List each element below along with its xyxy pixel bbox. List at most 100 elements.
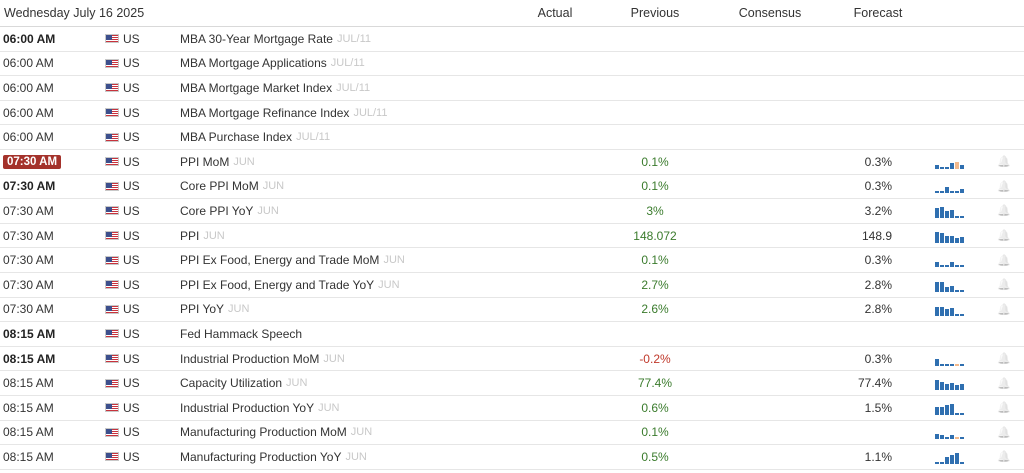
column-previous[interactable]: Previous — [615, 0, 695, 26]
forecast-value — [812, 322, 892, 346]
event-row[interactable]: 07:30 AM US Core PPI YoY JUN 3% 3.2% 🔔 — [0, 199, 1024, 224]
event-row[interactable]: 08:15 AM US Capacity Utilization JUN 77.4% 77… — [0, 371, 1024, 396]
sparkline-bar — [960, 412, 964, 415]
event-row[interactable]: 07:30 AM US PPI YoY JUN 2.6% 2.8% 🔔 — [0, 297, 1024, 323]
event-cell: MBA Mortgage Applications JUL/11 — [180, 52, 365, 76]
column-forecast[interactable]: Forecast — [838, 0, 918, 26]
sparkline-bar — [945, 286, 949, 292]
previous-value — [615, 125, 695, 149]
sparkline-bar — [935, 191, 939, 194]
sparkline-bar — [945, 456, 949, 464]
sparkline-chart[interactable] — [935, 273, 964, 297]
event-row[interactable]: 08:15 AM US Manufacturing Production MoM JU… — [0, 420, 1024, 446]
column-consensus[interactable]: Consensus — [730, 0, 810, 26]
event-name[interactable]: MBA 30-Year Mortgage Rate — [180, 32, 333, 46]
sparkline-bar — [940, 307, 944, 317]
event-name[interactable]: PPI — [180, 229, 199, 243]
column-actual[interactable]: Actual — [515, 0, 595, 26]
event-name[interactable]: PPI Ex Food, Energy and Trade MoM — [180, 253, 379, 267]
bell-icon[interactable]: 🔔 — [997, 371, 1011, 395]
event-name[interactable]: PPI MoM — [180, 155, 229, 169]
event-list: 06:00 AM US MBA 30-Year Mortgage Rate JUL/1… — [0, 27, 1024, 470]
bell-icon[interactable]: 🔔 — [997, 273, 1011, 297]
event-row[interactable]: 07:30 AM US PPI JUN 148.072 148.9 🔔 — [0, 223, 1024, 249]
event-row[interactable]: 06:00 AM US MBA Purchase Index JUL/11 — [0, 125, 1024, 150]
sparkline-chart[interactable] — [935, 150, 964, 174]
sparkline-chart[interactable] — [935, 199, 964, 223]
bell-icon[interactable]: 🔔 — [997, 150, 1011, 174]
event-name[interactable]: Core PPI MoM — [180, 179, 259, 193]
event-row[interactable]: 06:00 AM US MBA Mortgage Applications JUL/1… — [0, 51, 1024, 77]
forecast-value — [812, 52, 892, 76]
actual-value — [515, 199, 595, 223]
bell-icon[interactable]: 🔔 — [997, 421, 1011, 445]
event-cell: PPI Ex Food, Energy and Trade YoY JUN — [180, 273, 400, 297]
event-name[interactable]: PPI YoY — [180, 302, 224, 316]
sparkline-chart[interactable] — [935, 175, 964, 199]
event-row[interactable]: 08:15 AM US Manufacturing Production YoY JU… — [0, 445, 1024, 470]
forecast-value: 77.4% — [857, 376, 892, 391]
event-name[interactable]: Manufacturing Production MoM — [180, 425, 347, 439]
bell-icon[interactable]: 🔔 — [997, 347, 1011, 371]
sparkline-bar — [940, 166, 944, 169]
sparkline-chart[interactable] — [935, 445, 964, 469]
event-row[interactable]: 08:15 AM US Industrial Production YoY JUN 0.… — [0, 395, 1024, 421]
sparkline-chart[interactable] — [935, 224, 964, 248]
event-row[interactable]: 06:00 AM US MBA Mortgage Refinance Index JU… — [0, 100, 1024, 126]
event-row[interactable]: 07:30 AM US PPI MoM JUN 0.1% 0.3% 🔔 — [0, 149, 1024, 175]
time-text: 08:15 AM — [3, 425, 54, 440]
bell-icon[interactable]: 🔔 — [997, 224, 1011, 248]
actual-value — [515, 298, 595, 322]
us-flag-icon — [105, 427, 119, 437]
sparkline-bar — [945, 404, 949, 415]
event-cell: MBA Mortgage Refinance Index JUL/11 — [180, 101, 387, 125]
sparkline-bar — [960, 384, 964, 391]
event-name[interactable]: Fed Hammack Speech — [180, 327, 302, 341]
bell-icon[interactable]: 🔔 — [997, 298, 1011, 322]
sparkline-bar — [945, 363, 949, 366]
bell-icon[interactable]: 🔔 — [997, 199, 1011, 223]
event-row[interactable]: 08:15 AM US Industrial Production MoM JUN -0… — [0, 346, 1024, 372]
us-flag-icon — [105, 132, 119, 142]
sparkline-chart[interactable] — [935, 248, 964, 272]
flag-cell — [105, 371, 119, 395]
event-name[interactable]: Manufacturing Production YoY — [180, 450, 341, 464]
event-name[interactable]: MBA Mortgage Market Index — [180, 81, 332, 95]
event-name[interactable]: PPI Ex Food, Energy and Trade YoY — [180, 278, 374, 292]
forecast-value: 1.1% — [864, 449, 892, 464]
sparkline-bar — [950, 162, 954, 169]
bell-icon[interactable]: 🔔 — [997, 396, 1011, 420]
sparkline-chart[interactable] — [935, 371, 964, 395]
sparkline-chart[interactable] — [935, 298, 964, 322]
event-row[interactable]: 07:30 AM US PPI Ex Food, Energy and Trade … — [0, 272, 1024, 298]
actual-value — [515, 150, 595, 174]
event-name[interactable]: Industrial Production MoM — [180, 352, 319, 366]
consensus-value — [730, 76, 810, 100]
event-row[interactable]: 08:15 AM US Fed Hammack Speech — [0, 322, 1024, 347]
sparkline-chart[interactable] — [935, 347, 964, 371]
flag-cell — [105, 27, 119, 51]
forecast-value — [812, 421, 892, 445]
flag-cell — [105, 224, 119, 248]
event-name[interactable]: MBA Purchase Index — [180, 130, 292, 144]
sparkline-chart[interactable] — [935, 421, 964, 445]
event-row[interactable]: 07:30 AM US PPI Ex Food, Energy and Trade … — [0, 248, 1024, 273]
event-name[interactable]: Core PPI YoY — [180, 204, 253, 218]
event-name[interactable]: MBA Mortgage Applications — [180, 56, 327, 70]
bell-icon[interactable]: 🔔 — [997, 248, 1011, 272]
country-code: US — [123, 351, 140, 366]
event-name[interactable]: Industrial Production YoY — [180, 401, 314, 415]
sparkline-bar — [935, 461, 939, 464]
event-row[interactable]: 06:00 AM US MBA 30-Year Mortgage Rate JUL/1… — [0, 27, 1024, 52]
event-name[interactable]: Capacity Utilization — [180, 376, 282, 390]
sparkline-bar — [955, 314, 959, 317]
event-row[interactable]: 06:00 AM US MBA Mortgage Market Index JUL/1… — [0, 76, 1024, 101]
bell-icon[interactable]: 🔔 — [997, 445, 1011, 469]
event-name[interactable]: MBA Mortgage Refinance Index — [180, 106, 349, 120]
bell-icon[interactable]: 🔔 — [997, 175, 1011, 199]
sparkline-bar — [955, 289, 959, 292]
event-row[interactable]: 07:30 AM US Core PPI MoM JUN 0.1% 0.3% 🔔 — [0, 174, 1024, 200]
sparkline-bar — [945, 235, 949, 243]
sparkline-chart[interactable] — [935, 396, 964, 420]
event-cell: Manufacturing Production YoY JUN — [180, 445, 367, 469]
